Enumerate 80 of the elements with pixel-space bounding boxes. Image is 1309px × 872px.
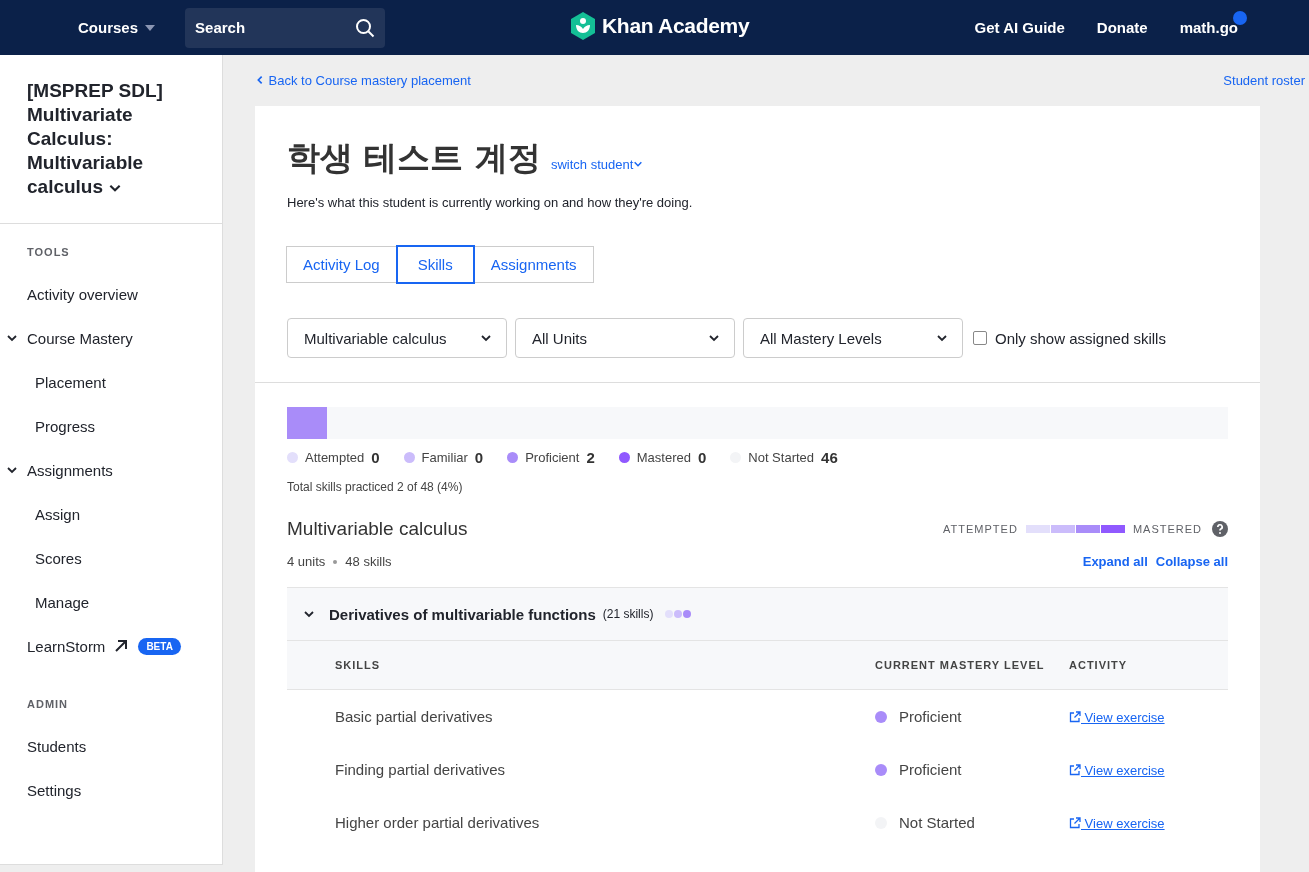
course-title[interactable]: [MSPREP SDL] Multivariate Calculus: Multivariable calculus xyxy=(0,55,222,224)
skill-name: Higher order partial derivatives xyxy=(334,814,541,831)
tab[interactable]: Assignments xyxy=(473,246,594,283)
sidebar-item[interactable]: Settings xyxy=(0,768,222,812)
logo-icon xyxy=(570,12,596,40)
arrow-up-right-icon xyxy=(114,639,129,653)
unit-header[interactable]: Derivatives of multivariable functions (21 skills) xyxy=(287,587,1228,640)
view-exercise-link[interactable]: View exercise xyxy=(1069,816,1165,831)
legend-count: 0 xyxy=(474,449,484,466)
sidebar-item[interactable]: Assignments xyxy=(0,448,222,492)
column-header: CURRENT MASTERY LEVEL xyxy=(875,659,1046,671)
dropdown[interactable]: Multivariable calculus xyxy=(287,318,507,358)
chevron-down-icon xyxy=(936,332,948,344)
caret-icon xyxy=(145,24,156,31)
view-exercise-link[interactable]: View exercise xyxy=(1069,763,1165,778)
sidebar-item[interactable]: Manage xyxy=(0,580,222,624)
chevron-down-icon xyxy=(708,332,720,344)
chevron-down-icon xyxy=(480,332,492,344)
unit-title: Derivatives of multivariable functions xyxy=(329,605,596,623)
skill-name: Finding partial derivatives xyxy=(334,761,507,778)
external-link-icon xyxy=(1069,711,1081,723)
legend-label: Familiar xyxy=(421,450,468,465)
sidebar-item[interactable]: Progress xyxy=(0,404,222,448)
view-exercise-link[interactable]: View exercise xyxy=(1069,710,1165,725)
column-header: SKILLS xyxy=(334,659,382,671)
external-link-icon xyxy=(1069,817,1081,829)
expand-all-link[interactable]: Expand all xyxy=(1082,554,1148,569)
legend-label: Not Started xyxy=(748,450,815,465)
course-heading: Multivariable calculus xyxy=(287,518,468,540)
sidebar-item[interactable]: LearnStorm BETA xyxy=(0,624,222,668)
chevron-down-icon xyxy=(633,159,644,169)
sidebar-item[interactable]: Course Mastery xyxy=(0,316,222,360)
legend-count: 0 xyxy=(697,449,707,466)
tab[interactable]: Activity Log xyxy=(286,246,397,283)
nav-link[interactable]: Donate xyxy=(1096,18,1148,37)
checkbox[interactable] xyxy=(973,331,987,345)
chevron-left-icon xyxy=(255,75,265,85)
unit-count: 4 units xyxy=(287,554,326,569)
section-heading: TOOLS xyxy=(26,246,71,258)
search-field[interactable]: Search xyxy=(185,7,386,48)
courses-menu[interactable]: Courses xyxy=(78,19,156,36)
sidebar-item[interactable]: Scores xyxy=(0,536,222,580)
student-roster-link[interactable]: Student roster xyxy=(1223,73,1305,88)
legend-label: Proficient xyxy=(525,450,580,465)
switch-student-link[interactable]: switch student xyxy=(551,157,644,172)
logo-text[interactable]: Khan Academy xyxy=(602,14,750,38)
legend-count: 46 xyxy=(821,449,838,466)
collapse-all-link[interactable]: Collapse all xyxy=(1155,554,1228,569)
mastery-level: Proficient xyxy=(899,761,962,778)
student-name: 학생 테스트 계정 xyxy=(287,137,541,179)
column-header: ACTIVITY xyxy=(1069,659,1129,671)
bullet-dot xyxy=(333,559,338,564)
back-link[interactable]: Back to Course mastery placement xyxy=(255,73,471,88)
description-text: Here's what this student is currently working on and how they're doing. xyxy=(287,195,694,210)
sidebar-item[interactable]: Placement xyxy=(0,360,222,404)
section-heading: ADMIN xyxy=(26,698,70,710)
checkbox-label: Only show assigned skills xyxy=(995,329,1166,347)
legend-count: 0 xyxy=(371,449,380,466)
search-icon xyxy=(355,17,376,38)
legend-label: Attempted xyxy=(305,450,365,465)
sidebar-item[interactable]: Students xyxy=(0,724,222,768)
tab[interactable]: Skills xyxy=(395,245,475,284)
mastery-level: Not Started xyxy=(899,814,975,831)
mastery-level: Proficient xyxy=(899,708,962,725)
skill-name: Basic partial derivatives xyxy=(334,708,494,725)
skill-count: 48 skills xyxy=(345,554,392,569)
sidebar-item[interactable]: Assign xyxy=(0,492,222,536)
sidebar-item[interactable]: Activity overview xyxy=(0,272,222,316)
dropdown[interactable]: All Units xyxy=(515,318,735,358)
total-practiced-text: Total skills practiced 2 of 48 (4%) xyxy=(287,480,464,494)
user-menu[interactable]: math.go xyxy=(1179,18,1238,36)
unit-skill-count: (21 skills) xyxy=(602,607,654,621)
legend-label: Mastered xyxy=(636,450,691,465)
legend-count: 2 xyxy=(586,449,595,466)
scale-label: ATTEMPTED xyxy=(943,523,1018,535)
beta-badge: BETA xyxy=(138,637,181,655)
nav-link[interactable]: Get AI Guide xyxy=(974,18,1065,37)
dropdown[interactable]: All Mastery Levels xyxy=(743,318,963,358)
scale-label: MASTERED xyxy=(1132,523,1202,535)
external-link-icon xyxy=(1069,764,1081,776)
